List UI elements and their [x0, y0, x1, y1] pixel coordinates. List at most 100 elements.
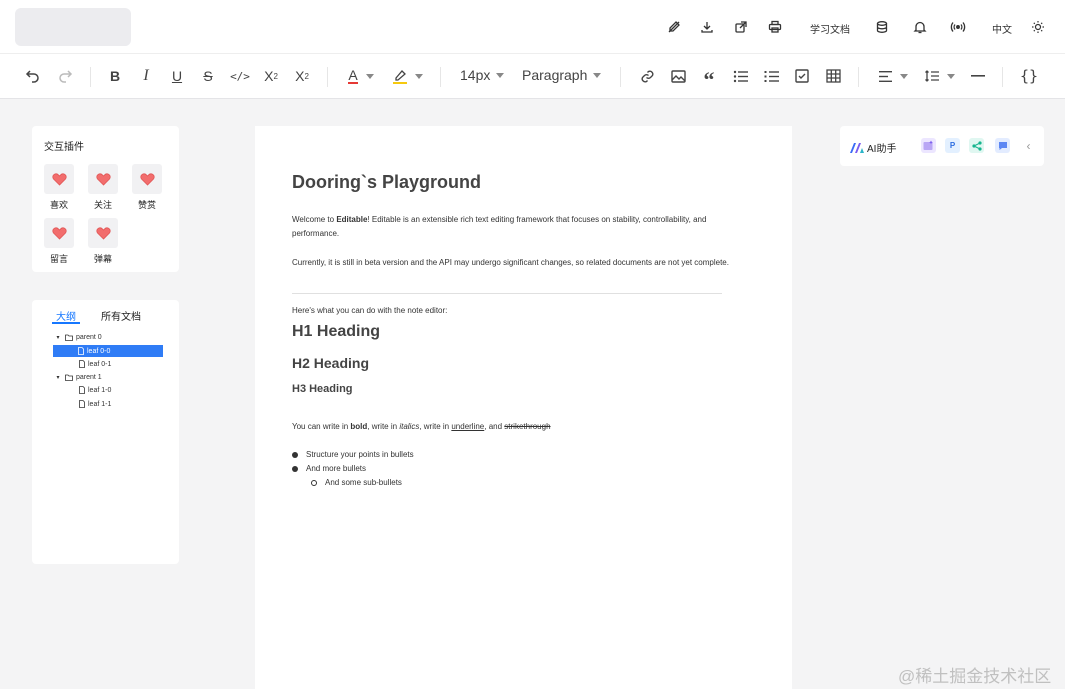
broadcast-icon[interactable] — [949, 18, 967, 36]
underline-button[interactable]: U — [169, 66, 185, 86]
numbered-list-icon[interactable] — [763, 66, 779, 86]
tree-label: leaf 1-0 — [88, 386, 112, 394]
heading-2[interactable]: H2 Heading — [292, 355, 369, 371]
list-item[interactable]: Structure your points in bullets — [292, 450, 414, 459]
list-item-text: And some sub-bullets — [325, 478, 402, 487]
plugin-follow[interactable]: 关注 — [88, 164, 118, 211]
tree-node-leaf-selected[interactable]: leaf 0-0 — [53, 345, 163, 357]
p-icon[interactable]: P — [945, 138, 960, 153]
bullet-circle-icon — [311, 479, 317, 486]
language-switch[interactable]: 中文 — [992, 21, 1012, 36]
database-icon[interactable] — [873, 18, 891, 36]
plugin-comment[interactable]: 留言 — [44, 218, 74, 265]
bell-icon[interactable] — [911, 18, 929, 36]
table-icon[interactable] — [825, 66, 841, 86]
image-gen-icon[interactable] — [921, 138, 936, 153]
folder-open-icon — [65, 334, 73, 341]
align-dropdown[interactable] — [877, 66, 909, 86]
intro-paragraph[interactable]: Welcome to Editable! Editable is an exte… — [292, 213, 732, 241]
plugin-label: 留言 — [49, 254, 68, 264]
caret-down-icon[interactable]: ▾ — [54, 334, 62, 341]
code-block-button[interactable]: {} — [1018, 66, 1040, 86]
undo-icon[interactable] — [24, 66, 42, 86]
tab-all-docs[interactable]: 所有文档 — [101, 308, 141, 323]
chevron-left-icon[interactable]: ‹ — [1021, 138, 1036, 153]
line-height-icon — [925, 70, 939, 82]
download-icon[interactable] — [698, 18, 716, 36]
superscript-button[interactable]: X2 — [293, 66, 311, 86]
heart-icon — [88, 218, 118, 248]
print-icon[interactable] — [766, 18, 784, 36]
tree-label: leaf 1-1 — [88, 400, 112, 408]
toolbar-divider — [90, 67, 91, 87]
features-intro-paragraph[interactable]: Here's what you can do with the note edi… — [292, 304, 732, 318]
tree-node-leaf[interactable]: leaf 0-1 — [79, 358, 111, 370]
strikethrough-button[interactable]: S — [200, 66, 216, 86]
blockquote-button[interactable]: “ — [701, 66, 717, 92]
redo-icon[interactable] — [56, 66, 74, 86]
strikethrough-text: strikethrough — [504, 422, 551, 431]
font-color-icon: A — [348, 67, 358, 84]
block-type-select[interactable]: Paragraph — [522, 67, 602, 83]
plugin-label: 喜欢 — [49, 200, 68, 210]
line-height-dropdown[interactable] — [924, 66, 956, 86]
font-color-dropdown[interactable]: A — [344, 66, 378, 86]
tree-node-parent[interactable]: ▾ parent 0 — [54, 331, 101, 343]
study-docs-link[interactable]: 学习文档 — [810, 21, 850, 36]
chevron-down-icon — [496, 72, 505, 78]
italic-text: italics — [399, 422, 420, 431]
document-title[interactable]: Dooring`s Playground — [292, 172, 481, 193]
highlight-dropdown[interactable] — [391, 66, 425, 86]
subscript-button[interactable]: X2 — [262, 66, 280, 86]
plugin-reward[interactable]: 赞赏 — [132, 164, 162, 211]
bulleted-list-icon[interactable] — [732, 66, 748, 86]
superscript-mark: 2 — [304, 71, 309, 81]
list-item-text: Structure your points in bullets — [306, 450, 414, 459]
toolbar-divider — [858, 67, 859, 87]
file-icon — [79, 386, 85, 394]
caret-down-icon[interactable]: ▾ — [54, 374, 62, 381]
tree-node-leaf[interactable]: leaf 1-1 — [79, 398, 111, 410]
tab-outline[interactable]: 大纲 — [56, 308, 76, 323]
image-icon[interactable] — [670, 66, 686, 86]
logo-placeholder[interactable] — [15, 8, 131, 46]
beta-notice-paragraph[interactable]: Currently, it is still in beta version a… — [292, 256, 732, 270]
plugin-danmaku[interactable]: 弹幕 — [88, 218, 118, 265]
font-size-value: 14px — [460, 67, 491, 83]
list-item[interactable]: And more bullets — [292, 464, 366, 473]
task-list-icon[interactable] — [794, 66, 810, 86]
text: You can write in — [292, 422, 351, 431]
plugin-like[interactable]: 喜欢 — [44, 164, 74, 211]
editor-document[interactable]: Dooring`s Playground Welcome to Editable… — [255, 126, 792, 689]
heading-3[interactable]: H3 Heading — [292, 383, 353, 395]
tree-label: leaf 0-0 — [87, 347, 111, 355]
horizontal-rule-icon[interactable] — [970, 66, 986, 86]
tree-node-parent[interactable]: ▾ parent 1 — [54, 371, 101, 383]
list-item-text: And more bullets — [306, 464, 367, 473]
sub-list-item[interactable]: And some sub-bullets — [311, 478, 402, 487]
active-tab-indicator — [52, 322, 80, 324]
text: Welcome to — [292, 215, 337, 224]
heading-1[interactable]: H1 Heading — [292, 323, 380, 341]
folder-open-icon — [65, 374, 73, 381]
formatting-paragraph[interactable]: You can write in bold, write in italics,… — [292, 420, 732, 434]
plugins-title: 交互插件 — [44, 142, 84, 153]
text: , write in — [367, 422, 400, 431]
ai-assistant-panel: AI助手 P ‹ — [840, 126, 1044, 166]
chat-icon[interactable] — [995, 138, 1010, 153]
italic-button[interactable]: I — [138, 66, 154, 86]
external-link-icon[interactable] — [732, 18, 750, 36]
tree-node-leaf[interactable]: leaf 1-0 — [79, 384, 111, 396]
sun-icon[interactable] — [1029, 18, 1047, 36]
link-icon[interactable] — [639, 66, 655, 86]
top-header: 学习文档 中文 — [0, 0, 1065, 54]
inline-code-button[interactable]: </> — [230, 66, 250, 86]
text: , and — [484, 422, 505, 431]
share-icon[interactable] — [969, 138, 984, 153]
bold-button[interactable]: B — [107, 66, 123, 86]
font-size-select[interactable]: 14px — [460, 67, 505, 83]
ai-assistant-label[interactable]: AI助手 — [850, 140, 896, 155]
file-icon — [78, 347, 84, 355]
edit-icon[interactable] — [665, 18, 683, 36]
heart-icon — [132, 164, 162, 194]
